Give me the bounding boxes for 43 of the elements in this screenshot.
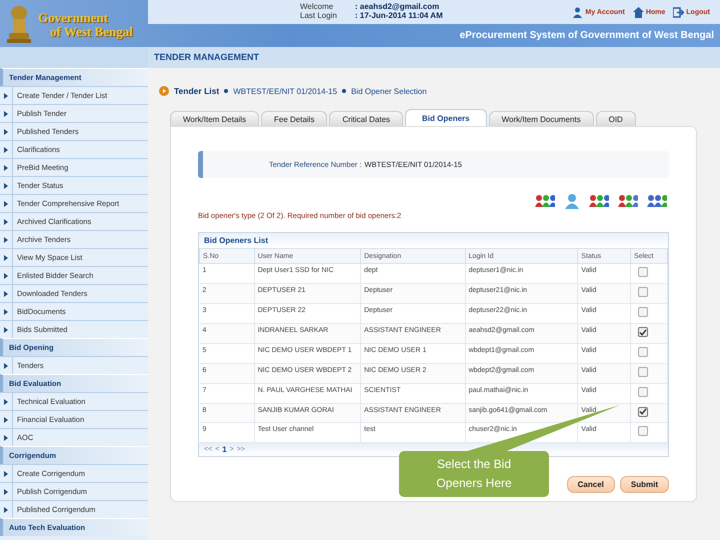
page-title: TENDER MANAGEMENT bbox=[148, 47, 720, 68]
checkbox[interactable] bbox=[638, 386, 648, 396]
play-icon bbox=[159, 86, 169, 96]
users-search-icon[interactable] bbox=[535, 193, 555, 209]
checkbox[interactable] bbox=[638, 267, 648, 277]
action-button[interactable]: Cancel bbox=[566, 476, 615, 493]
tab[interactable]: Work/Item Details bbox=[170, 111, 259, 126]
welcome-label: Welcome bbox=[300, 2, 334, 11]
checkbox[interactable] bbox=[638, 406, 648, 416]
user-icon[interactable] bbox=[572, 6, 584, 18]
action-button[interactable]: Submit bbox=[620, 476, 669, 493]
org-name: Government bbox=[38, 10, 110, 24]
breadcrumb-link[interactable]: Bid Opener Selection bbox=[351, 86, 427, 96]
checkbox[interactable] bbox=[638, 346, 648, 356]
welcome-value: : aeahsd2@gmail.com bbox=[355, 2, 440, 11]
breadcrumb-link[interactable]: WBTEST/EE/NIT 01/2014-15 bbox=[233, 86, 338, 96]
separator-icon bbox=[224, 89, 228, 93]
tab[interactable]: Fee Details bbox=[260, 111, 328, 126]
pager-link[interactable]: 1 bbox=[222, 445, 227, 454]
last-login-label: Last Login bbox=[300, 11, 338, 20]
tab[interactable]: OID bbox=[596, 111, 636, 126]
checkbox[interactable] bbox=[638, 366, 648, 376]
system-title: eProcurement System of Government of West Bengal bbox=[458, 29, 715, 43]
users-icon[interactable] bbox=[618, 193, 638, 209]
tab[interactable]: Critical Dates bbox=[329, 111, 404, 126]
tab[interactable]: Work/Item Documents bbox=[488, 111, 594, 126]
callout: Select the Bid Openers Here bbox=[399, 451, 549, 497]
breadcrumb-link[interactable]: Tender List bbox=[174, 86, 220, 96]
checkbox[interactable] bbox=[638, 426, 648, 436]
checkbox[interactable] bbox=[638, 307, 648, 317]
emblem-icon bbox=[5, 4, 33, 44]
last-login-value: : 17-Jun-2014 11:04 AM bbox=[355, 11, 443, 20]
users-icon[interactable] bbox=[589, 193, 609, 209]
home-icon[interactable] bbox=[632, 6, 644, 18]
users-add-icon[interactable] bbox=[647, 193, 667, 209]
user-icon[interactable] bbox=[564, 193, 580, 209]
tab[interactable]: Bid Openers bbox=[405, 109, 487, 126]
separator-icon bbox=[342, 89, 346, 93]
logout-icon[interactable] bbox=[673, 6, 684, 18]
org-name: of West Bengal bbox=[49, 24, 134, 38]
checkbox[interactable] bbox=[638, 327, 648, 337]
checkbox[interactable] bbox=[638, 287, 648, 297]
table-title: Bid Openers List bbox=[199, 233, 668, 248]
